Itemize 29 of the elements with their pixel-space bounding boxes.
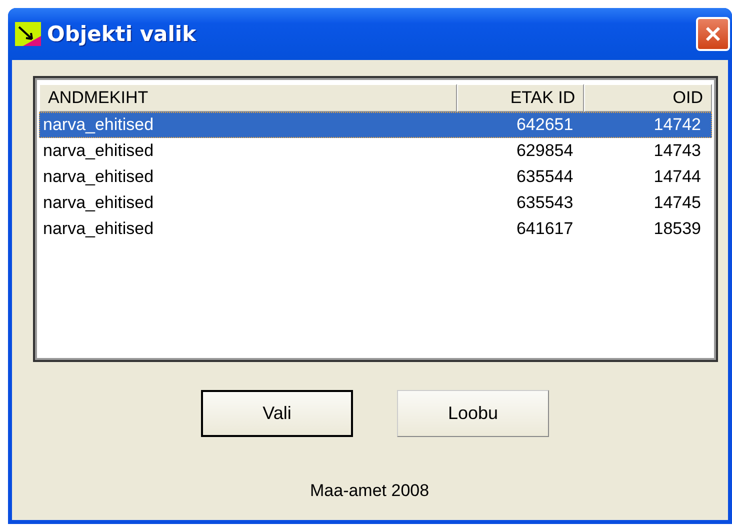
table-cell-text: 14745 xyxy=(652,193,702,213)
column-header[interactable]: OID xyxy=(584,84,712,112)
table-cell-text: narva_ehitised xyxy=(42,193,155,213)
footer-text: Maa-amet 2008 xyxy=(310,481,430,501)
list-row[interactable]: narva_ehitised 635543 14745 xyxy=(39,190,712,216)
table-cell-text: 642651 xyxy=(515,115,574,135)
column-header[interactable]: ETAK ID xyxy=(457,84,584,112)
table-cell-text: narva_ehitised xyxy=(42,141,155,161)
list-row[interactable]: narva_ehitised 635544 14744 xyxy=(39,164,712,190)
table-cell-text: 629854 xyxy=(515,141,574,161)
table-cell-text: 18539 xyxy=(652,219,702,239)
table-cell-text: 635544 xyxy=(515,167,574,187)
table-cell-text: narva_ehitised xyxy=(42,115,155,135)
list-row[interactable]: narva_ehitised 641617 18539 xyxy=(39,216,712,242)
table-cell-text: 14742 xyxy=(652,115,702,135)
close-button[interactable] xyxy=(696,17,730,51)
close-icon xyxy=(704,25,722,43)
column-header[interactable]: ANDMEKIHT xyxy=(39,84,458,112)
table-cell-text: 14743 xyxy=(652,141,702,161)
table-cell-text: 14744 xyxy=(652,167,702,187)
table-cell-text: 635543 xyxy=(515,193,574,213)
list-row[interactable]: narva_ehitised 629854 14743 xyxy=(39,138,712,164)
cancel-button[interactable]: Loobu xyxy=(397,390,549,437)
table-cell-text: narva_ehitised xyxy=(42,219,155,239)
table-cell-text: narva_ehitised xyxy=(42,167,155,187)
table-cell-text: 641617 xyxy=(515,219,574,239)
list-row[interactable]: narva_ehitised 642651 14742 xyxy=(39,112,712,138)
select-button[interactable]: Vali xyxy=(201,390,353,437)
window-title: Objekti valik xyxy=(47,22,198,46)
